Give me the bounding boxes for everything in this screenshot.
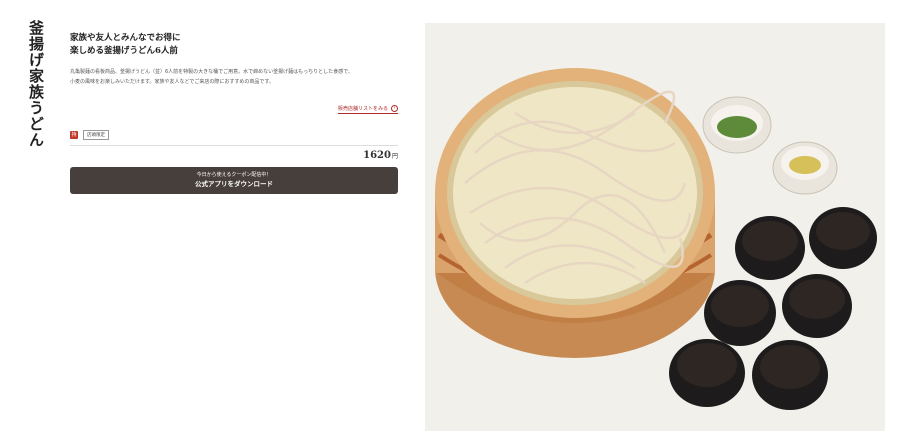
- chevron-right-icon: ›: [391, 105, 398, 112]
- download-app-label: 公式アプリをダウンロード: [195, 180, 273, 188]
- price-unit: 円: [391, 153, 398, 160]
- store-limited-tag: 店頭限定: [83, 130, 109, 140]
- coupon-note: 今日から使えるクーポン配信中！: [196, 172, 272, 178]
- udon-bucket-illustration: [425, 23, 885, 431]
- description-line-2: 小麦の風味をお楽しみいただけます。家族や友人などでご来店の際におすすめの商品です…: [70, 78, 274, 85]
- product-photo: [425, 23, 885, 431]
- description-line-1: 丸亀製麺の看板商品、釜揚げうどん（並）6人前を特製の大きな桶でご用意。水で締めな…: [70, 69, 353, 75]
- product-headline: 家族や友人とみんなでお得に 楽しめる釜揚げうどん6人前: [70, 32, 398, 58]
- divider: [70, 145, 398, 146]
- headline-line-1: 家族や友人とみんなでお得に: [70, 33, 181, 43]
- store-list-link-label: 販売店舗リストをみる: [337, 106, 388, 112]
- takeout-icon: 持: [70, 131, 78, 139]
- product-description: 丸亀製麺の看板商品、釜揚げうどん（並）6人前を特製の大きな桶でご用意。水で締めな…: [70, 68, 398, 87]
- headline-line-2: 楽しめる釜揚げうどん6人前: [70, 46, 178, 56]
- product-info: 家族や友人とみんなでお得に 楽しめる釜揚げうどん6人前 丸亀製麺の看板商品、釜揚…: [70, 32, 398, 194]
- store-link-row: 販売店舗リストをみる ›: [70, 95, 398, 114]
- price-value: 1620: [363, 150, 391, 161]
- store-list-link[interactable]: 販売店舗リストをみる ›: [337, 105, 398, 114]
- price: 1620円: [70, 150, 398, 161]
- download-app-button[interactable]: 今日から使えるクーポン配信中！ 公式アプリをダウンロード: [70, 167, 398, 194]
- product-title: 釜揚げ家族うどん: [27, 20, 45, 148]
- badges: 持 店頭限定: [70, 130, 398, 140]
